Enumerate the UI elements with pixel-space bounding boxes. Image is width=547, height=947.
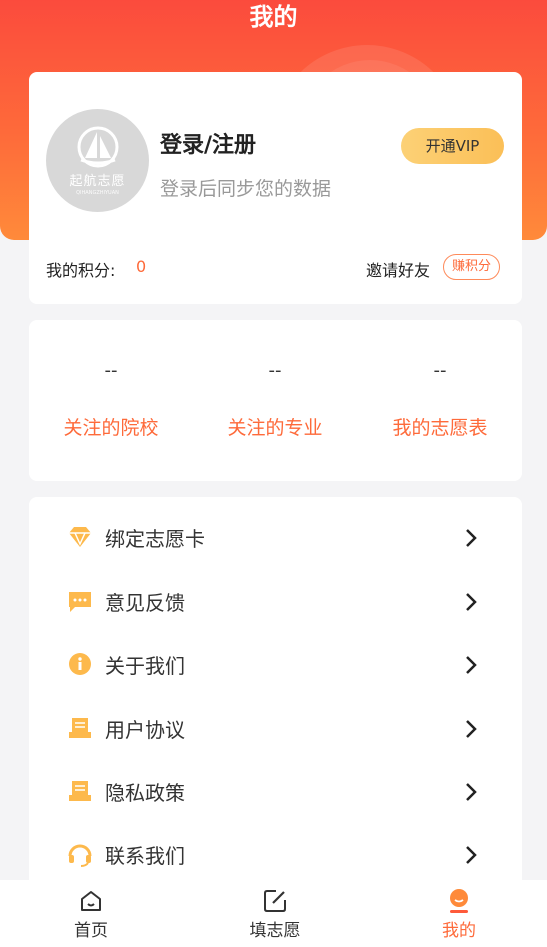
menu-item-contact-us[interactable]: 联系我们: [29, 821, 522, 884]
menu-item-label: 意见反馈: [105, 591, 185, 615]
profile-card: 起航志愿 QIHANGZHIYUAN 登录/注册 登录后同步您的数据 开通VIP…: [29, 72, 522, 304]
menu-item-user-agreement[interactable]: 用户协议: [29, 695, 522, 758]
stat-label: 关注的专业: [227, 417, 323, 439]
avatar[interactable]: 起航志愿 QIHANGZHIYUAN: [46, 109, 149, 212]
menu-item-label: 关于我们: [105, 654, 185, 678]
document-icon: [69, 781, 91, 801]
points-label: 我的积分:: [46, 261, 116, 280]
bottom-tab-bar: 首页 填志愿 我的: [0, 880, 547, 947]
stat-value: --: [104, 360, 118, 381]
chevron-right-icon: [466, 656, 477, 674]
chevron-right-icon: [466, 593, 477, 611]
menu-item-label: 绑定志愿卡: [105, 527, 205, 551]
stat-followed-schools[interactable]: -- 关注的院校: [29, 320, 193, 481]
page-title: 我的: [249, 3, 298, 31]
stat-value: --: [268, 360, 282, 381]
document-icon: [69, 718, 91, 738]
headset-icon: [68, 844, 92, 867]
edit-icon: [264, 890, 286, 912]
tab-label: 填志愿: [249, 921, 301, 941]
menu-item-label: 联系我们: [105, 844, 185, 868]
menu-item-label: 用户协议: [105, 718, 185, 742]
tab-mine[interactable]: 我的: [399, 880, 519, 947]
stat-label: 我的志愿表: [392, 417, 488, 439]
diamond-icon: [69, 527, 91, 547]
open-vip-button[interactable]: 开通VIP: [401, 128, 504, 164]
points-value: 0: [136, 257, 147, 276]
chevron-right-icon: [466, 846, 477, 864]
home-icon: [81, 891, 101, 911]
menu-item-label: 隐私政策: [105, 781, 185, 805]
login-register-link[interactable]: 登录/注册: [160, 127, 256, 159]
tab-label: 我的: [442, 921, 476, 941]
chevron-right-icon: [466, 529, 477, 547]
menu-card: 绑定志愿卡 意见反馈 关于我们 用户协议 隐私政策 联系我们: [29, 497, 522, 897]
invite-friends-link[interactable]: 邀请好友: [366, 257, 430, 281]
user-icon: [450, 889, 468, 913]
stat-label: 关注的院校: [63, 417, 159, 439]
tab-label: 首页: [74, 921, 108, 941]
chevron-right-icon: [466, 720, 477, 738]
menu-item-bind-card[interactable]: 绑定志愿卡: [29, 504, 522, 567]
sailboat-logo-icon: [77, 126, 118, 167]
menu-item-about-us[interactable]: 关于我们: [29, 631, 522, 694]
tab-fill-application[interactable]: 填志愿: [215, 880, 335, 947]
stat-my-application-list[interactable]: -- 我的志愿表: [358, 320, 522, 481]
stat-followed-majors[interactable]: -- 关注的专业: [193, 320, 357, 481]
stats-card: -- 关注的院校 -- 关注的专业 -- 我的志愿表: [29, 320, 522, 481]
tab-home[interactable]: 首页: [31, 880, 151, 947]
feedback-icon: [69, 592, 91, 612]
avatar-logo-text: 起航志愿: [69, 173, 126, 189]
menu-item-privacy-policy[interactable]: 隐私政策: [29, 758, 522, 821]
stat-value: --: [433, 360, 447, 381]
avatar-logo-subtext: QIHANGZHIYUAN: [76, 189, 119, 196]
info-icon: [69, 653, 91, 675]
earn-points-badge[interactable]: 赚积分: [443, 254, 501, 280]
menu-item-feedback[interactable]: 意见反馈: [29, 568, 522, 631]
chevron-right-icon: [466, 783, 477, 801]
login-subtitle: 登录后同步您的数据: [160, 178, 332, 200]
